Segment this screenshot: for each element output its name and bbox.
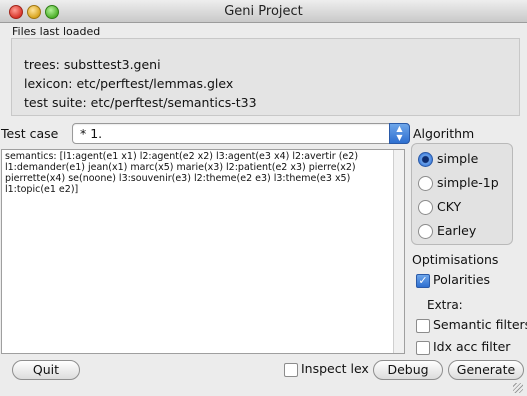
resize-grip-icon[interactable] [513, 383, 523, 393]
lexicon-line: lexicon: etc/perftest/lemmas.glex [24, 76, 234, 91]
updown-arrows-icon[interactable]: ▲ ▼ [389, 123, 410, 144]
checkmark-icon[interactable]: ✓ [416, 274, 430, 288]
algorithm-label: Algorithm [413, 126, 475, 141]
semantics-scrollbar[interactable] [393, 150, 404, 353]
optimisations-label: Optimisations [412, 252, 499, 267]
quit-button[interactable]: Quit [12, 360, 80, 380]
checkbox-icon[interactable] [416, 341, 430, 355]
checkbox-icon[interactable] [284, 363, 298, 377]
test-case-select[interactable]: * 1. ▲ ▼ [72, 123, 410, 144]
semantics-textarea[interactable]: semantics: [l1:agent(e1 x1) l2:agent(e2 … [1, 149, 405, 354]
checkbox-icon[interactable] [416, 319, 430, 333]
radio-simple-label: simple [437, 151, 479, 166]
radio-cky-label: CKY [437, 199, 462, 214]
semantic-filters-label: Semantic filters [433, 317, 527, 332]
radio-unselected-icon[interactable] [418, 224, 433, 239]
extra-label: Extra: [427, 298, 463, 312]
test-suite-line: test suite: etc/perftest/semantics-t33 [24, 95, 257, 110]
radio-earley-label: Earley [437, 223, 477, 238]
inspect-lex-label: Inspect lex [301, 361, 369, 376]
main-window: Geni Project Files last loaded trees: su… [0, 0, 527, 396]
test-case-value: * 1. [80, 126, 103, 141]
trees-line: trees: substtest3.geni [24, 57, 161, 72]
radio-unselected-icon[interactable] [418, 200, 433, 215]
semantics-text: semantics: [l1:agent(e1 x1) l2:agent(e2 … [5, 151, 359, 195]
polarities-label: Polarities [433, 272, 491, 287]
algorithm-group: simple simple-1p CKY Earley [411, 143, 513, 245]
debug-button[interactable]: Debug [373, 360, 443, 380]
files-heading: Files last loaded [12, 25, 101, 38]
radio-unselected-icon[interactable] [418, 176, 433, 191]
title-bar[interactable]: Geni Project [0, 0, 527, 23]
window-title: Geni Project [224, 4, 303, 19]
radio-simple-1p-label: simple-1p [437, 175, 499, 190]
generate-button[interactable]: Generate [448, 360, 524, 380]
idx-acc-filter-label: Idx acc filter [433, 339, 511, 354]
radio-selected-icon[interactable] [418, 152, 433, 167]
files-panel: trees: substtest3.geni lexicon: etc/perf… [11, 38, 520, 116]
test-case-label: Test case [1, 126, 59, 141]
